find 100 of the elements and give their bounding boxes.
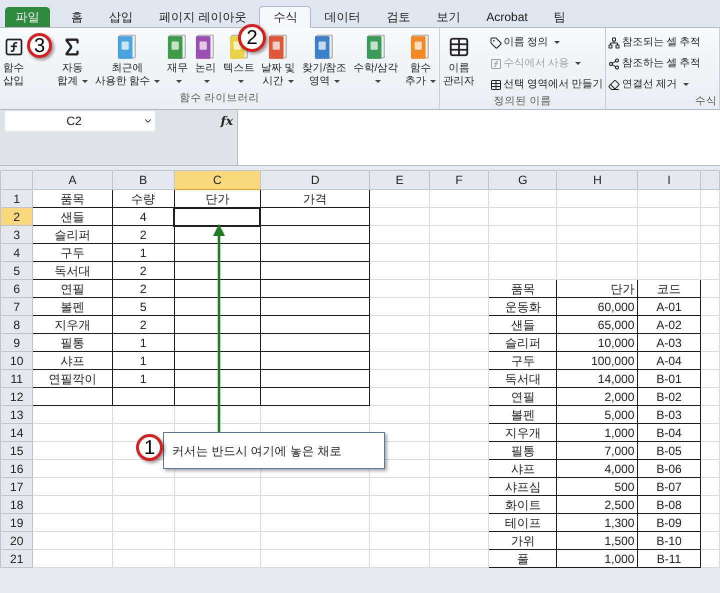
ribbon-tab[interactable]: 팀 [540,6,579,28]
row-header[interactable]: 16 [0,460,33,478]
ribbon-menu-item[interactable]: 이름 정의 [490,33,603,52]
trace-icon [608,36,620,48]
book-icon [410,34,430,60]
table-cell: 2,500 [556,496,638,514]
table-cell: 100,000 [556,352,638,370]
table-cell: 1 [112,370,174,388]
row-header[interactable]: 21 [0,550,33,568]
row-header[interactable]: 2 [0,208,33,226]
table-cell: B-06 [638,460,700,478]
table-cell: 1 [112,352,174,370]
column-header[interactable]: B [112,170,174,190]
table-cell: B-09 [638,514,700,532]
fx-button[interactable]: fx [220,112,233,130]
ribbon-menu-item[interactable]: 연결선 제거 [608,75,700,94]
row-header[interactable]: 9 [0,334,33,352]
row-header[interactable]: 13 [0,406,33,424]
ribbon-button[interactable]: 수학/삼각 [352,32,399,88]
row-header[interactable]: 17 [0,478,33,496]
row-header[interactable]: 11 [0,370,33,388]
name-manager-button[interactable]: 이름 관리자 [442,32,476,88]
ribbon-button[interactable]: 함수 추가 [404,32,437,88]
table-cell: 샤프 [488,460,557,478]
column-header[interactable]: D [260,170,370,190]
row-header[interactable]: 1 [0,190,33,208]
table-cell: 60,000 [556,298,638,316]
name-box[interactable]: C2 [5,111,155,131]
row-header[interactable]: 4 [0,244,33,262]
column-header[interactable]: E [370,170,430,190]
ribbon-menu-item[interactable]: 참조되는 셀 추적 [608,33,700,52]
table-cell: 운동화 [488,298,557,316]
ribbon-menu-item[interactable]: 참조하는 셀 추적 [608,54,700,73]
row-header[interactable]: 14 [0,424,33,442]
row-header[interactable]: 5 [0,262,33,280]
table-cell: A-04 [638,352,700,370]
book-icon [366,34,386,60]
ribbon-button[interactable]: 함수 삽입 [2,32,25,88]
book-icon [314,34,334,60]
function-icon [490,58,502,70]
ribbon-button[interactable]: 자동 합계 [56,32,89,88]
table-cell: 연필 [32,280,112,298]
row-header[interactable]: 7 [0,298,33,316]
function-icon [4,37,24,57]
ribbon-tab[interactable]: 검토 [373,6,424,28]
table-cell: 1 [112,334,174,352]
table-cell: A-01 [638,298,700,316]
corner-cell[interactable] [0,170,33,190]
ribbon-button[interactable]: 논리 [194,32,217,88]
ribbon-tab[interactable]: 데이터 [311,6,374,28]
column-header[interactable]: H [556,170,638,190]
file-tab[interactable]: 파일 [5,7,50,27]
table-cell: 구두 [32,244,112,262]
table-cell: 65,000 [556,316,638,334]
table-cell: A-02 [638,316,700,334]
ribbon-tab[interactable]: Acrobat [473,6,541,28]
ribbon-button[interactable]: 최근에 사용한 함수 [94,32,161,88]
table-cell: 1,000 [556,550,638,568]
row-header[interactable]: 6 [0,280,33,298]
table-cell: 14,000 [556,370,638,388]
row-header[interactable]: 18 [0,496,33,514]
table-icon [490,78,502,90]
ribbon-tab[interactable]: 보기 [423,6,474,28]
table-cell: 독서대 [488,370,557,388]
ribbon-tab[interactable]: 수식 [259,6,312,28]
row-header[interactable]: 10 [0,352,33,370]
row-header[interactable]: 12 [0,388,33,406]
ribbon-tab[interactable]: 홈 [58,6,96,28]
column-header[interactable]: A [32,170,112,190]
formula-input[interactable] [237,110,720,165]
table-cell: 2 [112,262,174,280]
table-cell: 필통 [488,442,557,460]
ribbon-tab[interactable]: 삽입 [96,6,146,28]
column-header[interactable]: I [638,170,700,190]
ribbon-menu-item[interactable]: 선택 영역에서 만들기 [490,75,603,94]
book-icon [268,34,288,60]
table-cell: 5 [112,298,174,316]
table-cell: 7,000 [556,442,638,460]
column-header[interactable]: C [174,170,260,190]
table-cell: B-08 [638,496,700,514]
table-cell: 슬리퍼 [32,226,112,244]
table-cell: 품목 [32,190,112,208]
row-header[interactable]: 15 [0,442,33,460]
ribbon-button[interactable]: 재무 [166,32,189,88]
ribbon-button[interactable]: 찾기/참조 영역 [301,32,348,88]
name-manager-icon [448,36,470,58]
table-cell: 1 [112,244,174,262]
row-header[interactable]: 3 [0,226,33,244]
row-header[interactable]: 19 [0,514,33,532]
table-cell: 품목 [488,280,557,298]
row-header[interactable]: 20 [0,532,33,550]
active-cell[interactable] [174,208,260,226]
column-header[interactable]: G [488,170,557,190]
book-icon [167,34,188,60]
row-header[interactable]: 8 [0,316,33,334]
table-cell: 단가 [556,280,638,298]
column-header[interactable]: F [429,170,489,190]
table-cell: 화이트 [488,496,557,514]
table-cell: B-03 [638,406,700,424]
table-cell: 구두 [488,352,557,370]
